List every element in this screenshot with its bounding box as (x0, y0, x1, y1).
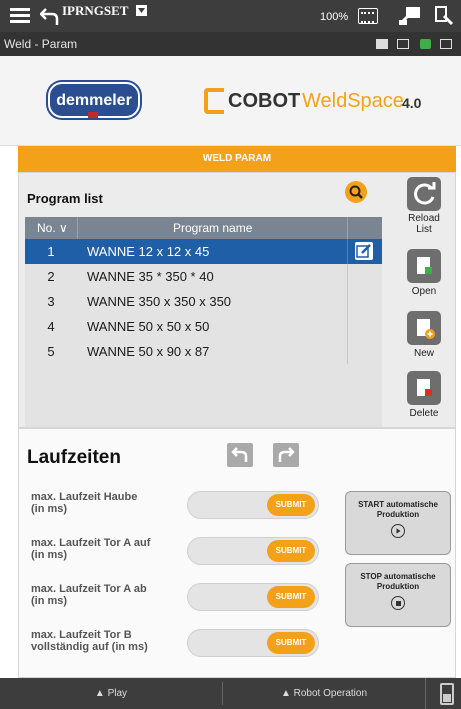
stop-production-label: STOP automatische Produktion (360, 572, 436, 591)
stop-production-button[interactable]: STOP automatische Produktion (345, 563, 451, 627)
delete-button[interactable]: Delete (401, 371, 447, 421)
search-icon (349, 185, 363, 199)
program-list-panel: Program list No. ∨ Program name 1 WANNE 1… (18, 172, 456, 428)
status-icon-green (420, 39, 431, 49)
redo-button[interactable] (273, 443, 299, 467)
stop-circle-icon (391, 596, 405, 610)
breadcrumb-bar: Weld - Param (0, 32, 461, 56)
table-row[interactable]: 1 WANNE 12 x 12 x 45 (25, 239, 382, 264)
cobot-logo-icon (204, 88, 224, 114)
row-program-name: WANNE 35 * 350 * 40 (87, 269, 214, 284)
refresh-icon (407, 177, 441, 211)
start-production-button[interactable]: START automatische Produktion (345, 491, 451, 555)
menu-icon[interactable] (10, 8, 30, 24)
search-button[interactable] (345, 181, 367, 203)
delete-file-icon (407, 371, 441, 405)
table-row[interactable]: 3 WANNE 350 x 350 x 350 (25, 289, 382, 314)
robot-operation-tab[interactable]: ▲ Robot Operation (223, 678, 425, 709)
window-icon[interactable] (376, 39, 388, 49)
reload-list-button[interactable]: Reload List (401, 177, 447, 239)
submit-button[interactable]: SUBMIT (267, 586, 315, 608)
delete-label: Delete (409, 408, 439, 419)
demmeler-logo: demmeler (48, 82, 140, 118)
laufzeit-input[interactable]: SUBMIT (187, 491, 319, 519)
logo-area: demmeler COBOT WeldSpace 4.0 (0, 56, 461, 146)
cobot-logo-light: WeldSpace (302, 90, 404, 112)
window-outline-icon[interactable] (397, 39, 409, 49)
laufzeiten-title: Laufzeiten (27, 447, 121, 468)
bottom-bar: ▲ Play ▲ Robot Operation (0, 678, 461, 709)
undo-button[interactable] (227, 443, 253, 467)
back-icon[interactable] (39, 6, 60, 26)
demmeler-logo-text: demmeler (56, 92, 132, 109)
device-status-icon[interactable] (440, 683, 454, 705)
laufzeit-input[interactable]: SUBMIT (187, 583, 319, 611)
row-program-name: WANNE 50 x 50 x 50 (87, 319, 210, 334)
edit-icon[interactable] (355, 242, 373, 260)
row-program-name: WANNE 50 x 90 x 87 (87, 344, 210, 359)
cobot-logo-bold: COBOT (228, 90, 301, 112)
open-button[interactable]: Open (401, 249, 447, 299)
field-label: max. Laufzeit Tor A ab (in ms) (31, 583, 147, 607)
table-header: No. ∨ Program name (25, 217, 382, 239)
redo-icon (278, 447, 295, 462)
table-row[interactable]: 4 WANNE 50 x 50 x 50 (25, 314, 382, 339)
zoom-level: 100% (320, 11, 349, 23)
field-label: max. Laufzeit Tor A auf (in ms) (31, 537, 151, 561)
laufzeit-input[interactable]: SUBMIT (187, 537, 319, 565)
row-number: 5 (47, 344, 55, 359)
row-number: 3 (47, 294, 55, 309)
cobot-logo-version: 4.0 (402, 95, 422, 111)
table-row[interactable]: 5 WANNE 50 x 90 x 87 (25, 339, 382, 364)
reload-list-label: Reload List (408, 213, 440, 235)
weld-param-header: WELD PARAM (18, 146, 456, 172)
row-program-name: WANNE 350 x 350 x 350 (87, 294, 232, 309)
app-title: IPRNGSET (62, 3, 129, 18)
device-icon[interactable] (434, 6, 454, 26)
program-list-title: Program list (27, 191, 103, 206)
undo-icon (231, 447, 248, 462)
breadcrumb: Weld - Param (4, 37, 78, 51)
top-bar: IPRNGSET 100% (0, 0, 461, 32)
row-program-name: WANNE 12 x 12 x 45 (87, 244, 210, 259)
new-label: New (413, 348, 434, 359)
start-production-label: START automatische Produktion (358, 500, 438, 519)
grid-icon[interactable] (440, 39, 452, 49)
field-label: max. Laufzeit Haube (in ms) (31, 491, 138, 515)
screen-share-icon[interactable] (398, 6, 422, 26)
play-tab[interactable]: ▲ Play (0, 678, 222, 709)
submit-button[interactable]: SUBMIT (267, 494, 315, 516)
column-header-no[interactable]: No. ∨ (37, 221, 68, 235)
field-label: max. Laufzeit Tor B vollständig auf (in … (31, 629, 148, 653)
program-table: No. ∨ Program name 1 WANNE 12 x 12 x 45 2 W… (25, 217, 382, 427)
row-number: 4 (47, 319, 55, 334)
submit-button[interactable]: SUBMIT (267, 632, 315, 654)
dropdown-icon[interactable] (136, 5, 147, 16)
row-number: 2 (47, 269, 55, 284)
play-circle-icon (391, 524, 405, 538)
laufzeiten-panel: Laufzeiten max. Laufzeit Haube (in ms) SU… (18, 428, 456, 678)
table-row[interactable]: 2 WANNE 35 * 350 * 40 (25, 264, 382, 289)
open-file-icon (407, 249, 441, 283)
submit-button[interactable]: SUBMIT (267, 540, 315, 562)
laufzeit-input[interactable]: SUBMIT (187, 629, 319, 657)
column-header-name[interactable]: Program name (173, 221, 252, 235)
open-label: Open (411, 286, 437, 297)
new-button[interactable]: New (401, 311, 447, 361)
new-file-icon (407, 311, 441, 345)
row-number: 1 (47, 244, 55, 259)
keyboard-icon[interactable] (358, 8, 378, 24)
